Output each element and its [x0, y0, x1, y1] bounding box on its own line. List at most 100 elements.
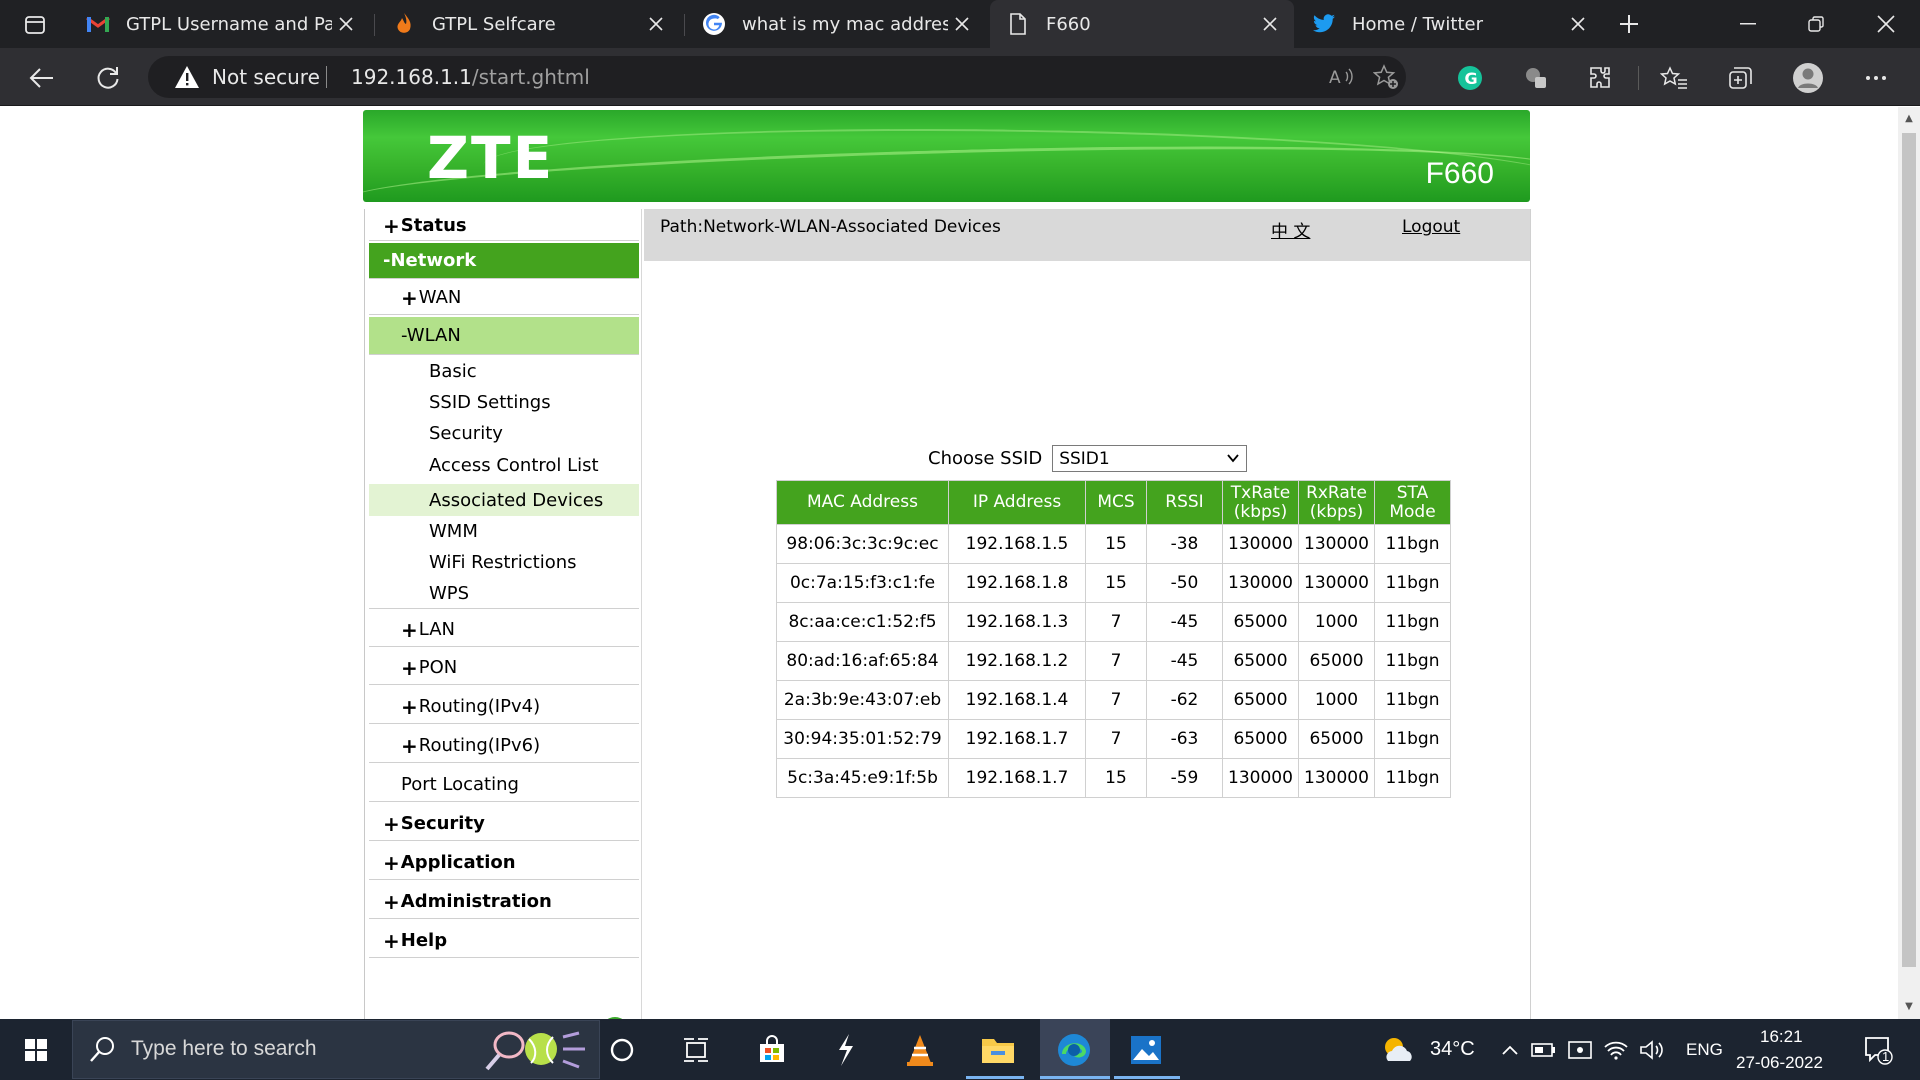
edge-icon[interactable] [1052, 1029, 1096, 1071]
sidebar-item-routing-ipv4[interactable]: + Routing(IPv4) [369, 690, 639, 724]
sidebar-item-wlan-security[interactable]: Security [369, 418, 639, 449]
clock-time[interactable]: 16:21 [1760, 1027, 1803, 1047]
favorites-icon[interactable] [1656, 60, 1692, 96]
sidebar-item-administration[interactable]: + Administration [369, 885, 639, 919]
windows-start-icon[interactable] [14, 1029, 58, 1071]
browser-tab[interactable]: what is my mac address w [686, 0, 986, 48]
scroll-down-icon[interactable]: ▼ [1903, 1001, 1915, 1013]
url-bar[interactable]: Not secure 192.168.1.1/start.ghtml A [148, 56, 1406, 98]
close-window-icon[interactable] [1852, 0, 1920, 48]
tennis-highlight-icon[interactable] [483, 1027, 587, 1077]
table-cell: -38 [1146, 524, 1223, 564]
tab-actions-icon[interactable] [14, 10, 56, 40]
table-cell: 7 [1085, 719, 1147, 759]
app-lightning-icon[interactable] [824, 1029, 868, 1071]
sidebar-item-wps[interactable]: WPS [369, 578, 639, 609]
taskbar-search[interactable]: Type here to search [72, 1020, 600, 1079]
table-cell: 192.168.1.7 [948, 758, 1086, 798]
extensions-icon[interactable] [1582, 60, 1618, 96]
sidebar-item-wmm[interactable]: WMM [369, 516, 639, 546]
tab-title: GTPL Selfcare [432, 13, 556, 35]
table-cell: 1000 [1298, 680, 1375, 720]
close-tab-icon[interactable] [1564, 10, 1592, 38]
sidebar-item-basic[interactable]: Basic [369, 356, 639, 387]
logout-link[interactable]: Logout [1402, 217, 1460, 237]
extension-translate-icon[interactable] [1518, 60, 1554, 96]
cortana-icon[interactable] [600, 1029, 644, 1071]
sidebar-item-wifi-restrictions[interactable]: WiFi Restrictions [369, 547, 639, 578]
sidebar-item-wlan[interactable]: -WLAN [369, 317, 639, 355]
browser-tab[interactable]: GTPL Username and Passw [70, 0, 370, 48]
brand-logo: ZTE [427, 124, 555, 192]
store-icon[interactable] [750, 1029, 794, 1071]
clock-date[interactable]: 27-06-2022 [1736, 1053, 1823, 1073]
back-arrow-icon[interactable] [22, 58, 62, 98]
sidebar-item-label: -WLAN [401, 325, 461, 346]
table-cell: 30:94:35:01:52:79 [776, 719, 949, 759]
ssid-label: Choose SSID [928, 448, 1043, 469]
more-menu-icon[interactable] [1858, 60, 1894, 96]
security-label[interactable]: Not secure [212, 65, 320, 89]
sidebar-item-lan[interactable]: + LAN [369, 613, 639, 647]
browser-tab[interactable]: Home / Twitter [1296, 0, 1602, 48]
url-text[interactable]: 192.168.1.1/start.ghtml [351, 65, 590, 89]
scrollbar-thumb[interactable] [1902, 133, 1916, 967]
close-tab-icon[interactable] [642, 10, 670, 38]
sidebar-item-routing-ipv6[interactable]: + Routing(IPv6) [369, 729, 639, 763]
close-tab-icon[interactable] [1256, 10, 1284, 38]
table-cell: 11bgn [1374, 758, 1451, 798]
expand-plus-icon: + [401, 617, 418, 642]
sidebar-item-label: Access Control List [429, 454, 599, 476]
ssid-select[interactable]: SSID1 [1052, 445, 1248, 472]
breadcrumb: Path:Network-WLAN-Associated Devices [660, 217, 1001, 237]
expand-plus-icon: + [401, 655, 418, 680]
add-favorite-icon[interactable] [1368, 59, 1404, 95]
sidebar-item-application[interactable]: + Application [369, 846, 639, 880]
vertical-scrollbar[interactable]: ▲ ▼ [1898, 107, 1920, 1019]
sidebar-item-label: Routing(IPv4) [418, 696, 541, 717]
volume-icon[interactable] [1630, 1029, 1674, 1071]
minimize-icon[interactable] [1714, 0, 1782, 48]
sidebar-item-pon[interactable]: + PON [369, 651, 639, 685]
browser-tab[interactable]: GTPL Selfcare [376, 0, 680, 48]
notification-center-icon[interactable]: 1 [1856, 1029, 1900, 1071]
sidebar-item-security[interactable]: + Security [369, 807, 639, 841]
profile-avatar-icon[interactable] [1790, 60, 1826, 96]
input-language[interactable]: ENG [1686, 1040, 1723, 1060]
sidebar-item-help[interactable]: + Help [369, 924, 639, 958]
scroll-up-icon[interactable]: ▲ [1903, 113, 1915, 125]
weather-temperature[interactable]: 34°C [1430, 1038, 1475, 1061]
sidebar-item-status[interactable]: + Status [369, 211, 639, 241]
sidebar-item-ssid-settings[interactable]: SSID Settings [369, 387, 639, 418]
reload-icon[interactable] [88, 58, 128, 98]
sidebar-item-access-control-list[interactable]: Access Control List [369, 449, 639, 481]
sidebar-item-label: PON [418, 657, 458, 678]
sidebar-item-wan[interactable]: + WAN [369, 281, 639, 315]
tab-title: what is my mac address w [742, 13, 948, 35]
search-icon [89, 1035, 117, 1069]
close-tab-icon[interactable] [948, 10, 976, 38]
column-header: TxRate (kbps) [1222, 480, 1299, 525]
collections-icon[interactable] [1722, 60, 1758, 96]
sidebar-item-network[interactable]: -Network [369, 243, 639, 279]
close-tab-icon[interactable] [332, 10, 360, 38]
file-explorer-icon[interactable] [976, 1029, 1020, 1071]
new-tab-icon[interactable] [1611, 6, 1647, 42]
grammarly-icon[interactable]: G [1452, 60, 1488, 96]
read-aloud-icon[interactable]: A [1324, 59, 1360, 95]
vlc-icon[interactable] [898, 1029, 942, 1071]
expand-plus-icon: + [401, 285, 418, 310]
warning-icon[interactable] [174, 65, 200, 93]
sidebar-item-port-locating[interactable]: Port Locating [369, 768, 639, 802]
task-view-icon[interactable] [674, 1029, 718, 1071]
sidebar-item-associated-devices[interactable]: Associated Devices [369, 484, 639, 516]
weather-icon[interactable] [1376, 1029, 1420, 1071]
restore-icon[interactable] [1782, 0, 1850, 48]
column-header: IP Address [948, 480, 1086, 525]
tab-divider [684, 14, 685, 36]
browser-tab-active[interactable]: F660 [990, 0, 1294, 48]
table-cell: 130000 [1298, 524, 1375, 564]
photos-icon[interactable] [1124, 1029, 1168, 1071]
table-cell: 11bgn [1374, 680, 1451, 720]
language-link[interactable]: 中 文 [1271, 217, 1310, 242]
